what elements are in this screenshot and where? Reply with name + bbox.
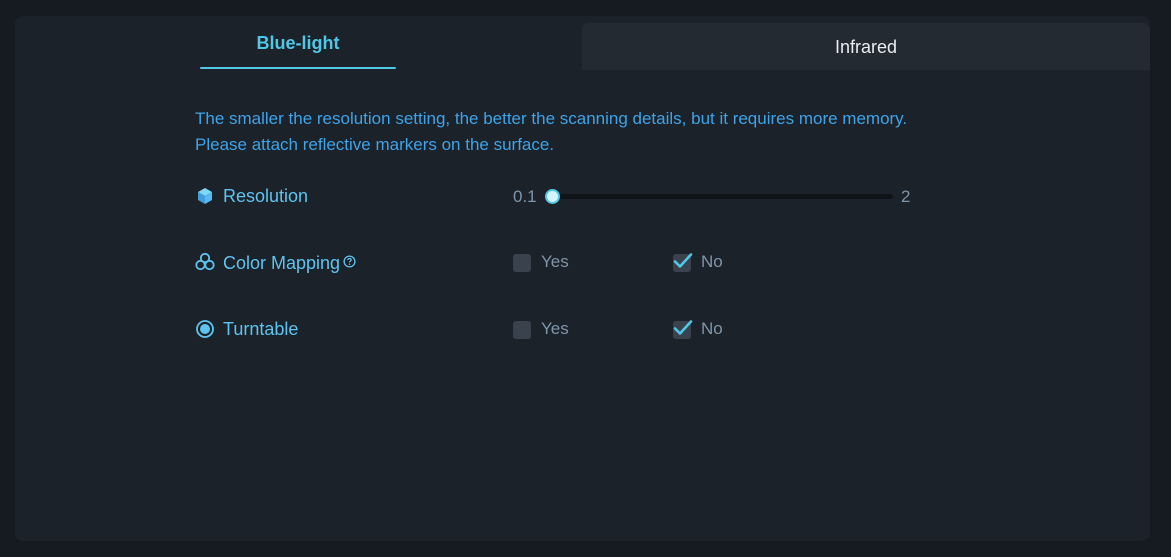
color-mapping-row: Color Mapping Yes No (195, 250, 955, 274)
help-circle-icon[interactable] (343, 252, 356, 268)
resolution-slider[interactable] (545, 191, 893, 202)
turntable-no-checkbox[interactable] (673, 320, 693, 339)
resolution-slider-thumb[interactable] (546, 191, 558, 202)
description-text: The smaller the resolution setting, the … (195, 106, 1075, 158)
cube-icon (195, 186, 215, 206)
color-mapping-label-text: Color Mapping (223, 253, 341, 273)
color-mapping-no-label: No (701, 252, 723, 271)
turntable-yes-checkbox[interactable] (513, 321, 531, 339)
tab-blue-light-label: Blue-light (256, 33, 340, 53)
color-spheres-icon (195, 252, 215, 272)
description-line-2: Please attach reflective markers on the … (195, 135, 555, 154)
turntable-yes-label: Yes (541, 319, 569, 338)
settings-panel: Blue-light Infrared The smaller the reso… (15, 16, 1150, 541)
tab-blue-light[interactable]: Blue-light (15, 16, 582, 70)
tab-bar: Blue-light Infrared (15, 16, 1150, 70)
resolution-min-value: 0.1 (513, 187, 537, 206)
tab-active-indicator (200, 67, 396, 69)
turntable-icon (195, 319, 215, 339)
color-mapping-yes-checkbox[interactable] (513, 254, 531, 272)
checkmark-icon (673, 253, 693, 268)
turntable-row: Turntable Yes No (195, 317, 955, 341)
turntable-no-label: No (701, 319, 723, 338)
color-mapping-label: Color Mapping (223, 252, 356, 274)
description-line-1: The smaller the resolution setting, the … (195, 109, 908, 128)
color-mapping-yes-label: Yes (541, 252, 569, 271)
tab-infrared[interactable]: Infrared (582, 23, 1150, 70)
tab-infrared-label: Infrared (834, 37, 898, 57)
color-mapping-no-checkbox[interactable] (673, 253, 693, 272)
resolution-label: Resolution (223, 186, 309, 206)
checkmark-icon (673, 320, 693, 335)
turntable-label: Turntable (223, 319, 299, 339)
resolution-row: Resolution 0.1 2 (195, 184, 955, 208)
resolution-max-value: 2 (901, 187, 911, 206)
